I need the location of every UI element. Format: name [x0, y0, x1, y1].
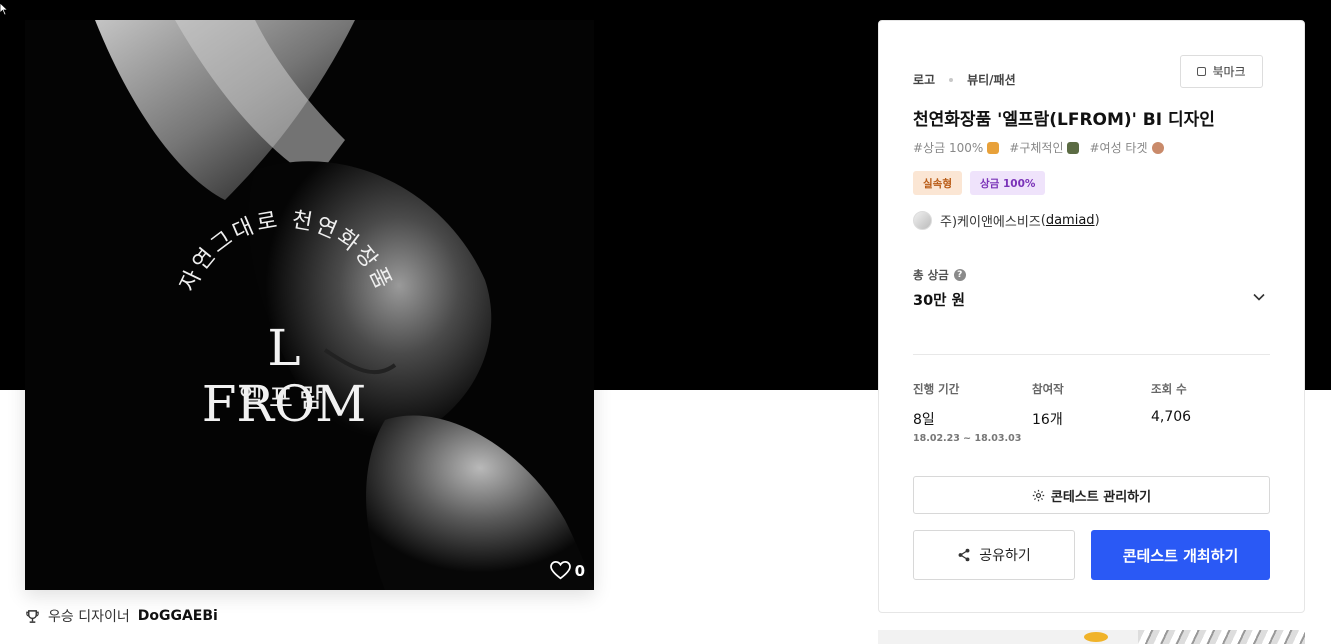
woman-icon: [1151, 142, 1164, 154]
stat-entries-value: 16개: [1032, 412, 1063, 428]
total-prize-value: 30만 원: [913, 293, 965, 309]
breadcrumb: 로고 뷰티/패션: [913, 71, 1016, 88]
host-contest-button[interactable]: 콘테스트 개최하기: [1091, 530, 1270, 580]
trophy-icon: [26, 609, 39, 623]
tag-item[interactable]: #구체적인: [1009, 139, 1080, 156]
contest-title: 천연화장품 '엘프람(LFROM)' BI 디자인: [913, 110, 1215, 130]
manage-contest-label: 콘테스트 관리하기: [1050, 489, 1152, 505]
stat-entries-label: 참여작: [1032, 382, 1064, 396]
host-handle-link[interactable]: damiad: [1046, 213, 1095, 228]
gear-icon: [1032, 489, 1045, 501]
artwork-arc-text: 자연그대로 천연화장품: [176, 208, 397, 296]
tag-item[interactable]: #여성 타겟: [1089, 139, 1164, 156]
badge-prize: 상금 100%: [969, 171, 1046, 195]
money-bag-icon: [987, 142, 1000, 154]
person-icon: [1067, 142, 1080, 154]
stat-entries: 참여작 16개: [1032, 381, 1064, 429]
stat-period-range: 18.02.23 ~ 18.03.03: [913, 433, 1022, 444]
host-company: 주)케이앤에스비즈: [940, 215, 1041, 230]
stat-views-label: 조회 수: [1151, 382, 1187, 396]
svg-text:자연그대로 천연화장품: 자연그대로 천연화장품: [176, 208, 397, 296]
like-count: 0: [574, 561, 585, 580]
artwork-brand-name: L FROM: [201, 319, 367, 433]
heart-icon: [549, 561, 571, 580]
mouse-cursor-icon: [0, 3, 8, 15]
tag-list: #상금 100% #구체적인 #여성 타겟: [913, 139, 1164, 156]
tag-item[interactable]: #상금 100%: [913, 139, 1000, 156]
winner-designer: 우승 디자이너 DoGGAEBi: [25, 606, 218, 626]
chevron-down-icon[interactable]: [1251, 289, 1267, 305]
contest-host: 주)케이앤에스비즈 (damiad): [913, 211, 1100, 230]
stat-views-value: 4,706: [1151, 409, 1192, 425]
bookmark-label: 북마크: [1212, 65, 1246, 79]
contest-info-panel: 로고 뷰티/패션 북마크 천연화장품 '엘프람(LFROM)' BI 디자인 #…: [878, 20, 1305, 613]
stat-period: 진행 기간 8일 18.02.23 ~ 18.03.03: [913, 381, 1021, 444]
share-label: 공유하기: [979, 548, 1031, 564]
host-avatar: [913, 211, 932, 230]
breadcrumb-subcategory[interactable]: 뷰티/패션: [967, 71, 1016, 88]
award-label: 우승 디자이너: [48, 609, 130, 625]
share-button[interactable]: 공유하기: [913, 530, 1075, 580]
like-button[interactable]: 0: [549, 561, 585, 580]
breadcrumb-separator: [949, 77, 954, 82]
share-icon: [958, 548, 970, 562]
manage-contest-button[interactable]: 콘테스트 관리하기: [913, 476, 1270, 514]
designer-name[interactable]: DoGGAEBi: [138, 608, 218, 624]
badge-type: 실속형: [913, 171, 962, 195]
related-thumbnail[interactable]: [878, 630, 1305, 644]
artwork-brand-subtitle: 엘프람: [239, 384, 329, 414]
stat-views: 조회 수 4,706: [1151, 381, 1191, 425]
total-prize-label: 총 상금 ?: [913, 267, 966, 283]
bookmark-icon: [1197, 67, 1207, 76]
breadcrumb-category[interactable]: 로고: [913, 71, 935, 88]
badge-list: 실속형 상금 100%: [913, 171, 1046, 195]
contest-artwork[interactable]: 자연그대로 천연화장품 L FROM 엘프람 0: [25, 20, 594, 590]
divider: [913, 354, 1270, 355]
stat-period-label: 진행 기간: [913, 382, 960, 396]
stat-period-value: 8일: [913, 412, 935, 428]
bookmark-button[interactable]: 북마크: [1180, 55, 1263, 88]
help-icon[interactable]: ?: [953, 269, 966, 281]
